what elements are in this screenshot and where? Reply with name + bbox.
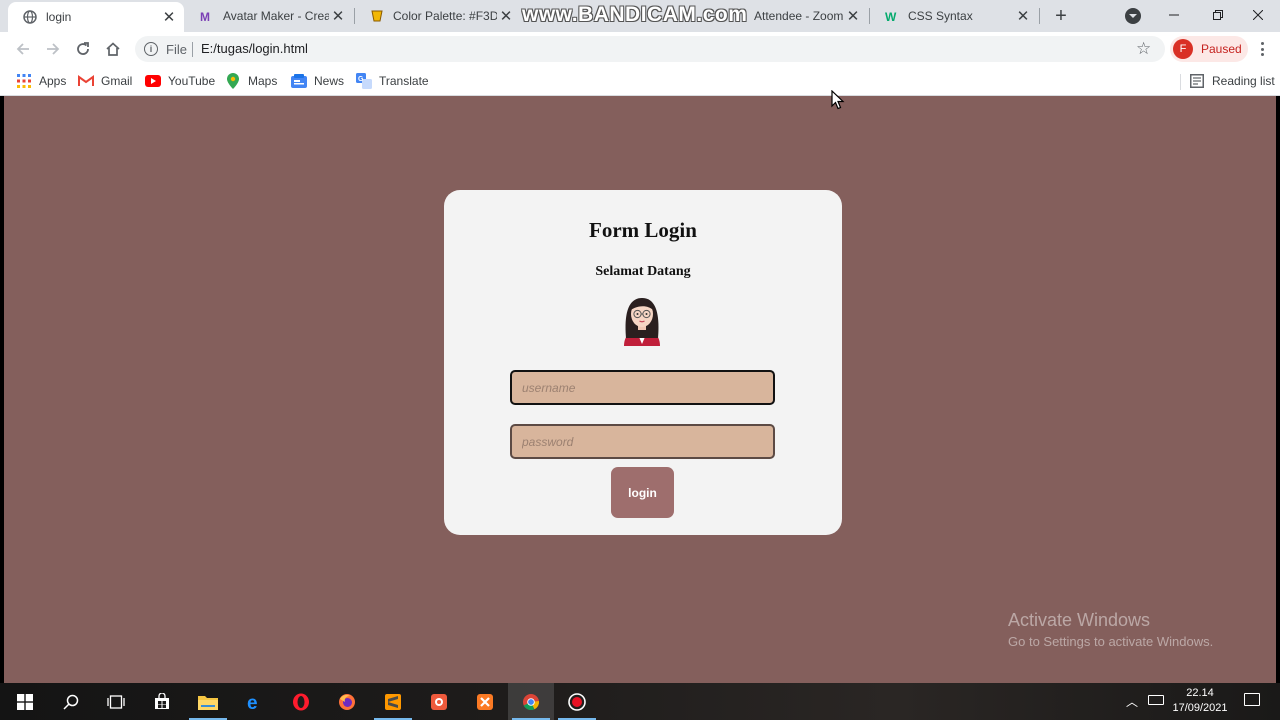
avatar-maker-icon: M	[199, 8, 215, 24]
tab-title: Color Palette: #F3D5C	[393, 9, 497, 23]
bandicam-icon[interactable]	[554, 683, 600, 720]
search-icon[interactable]	[48, 683, 94, 720]
bookmarks-separator	[1180, 74, 1181, 90]
profile-avatar: F	[1173, 39, 1193, 59]
notification-icon[interactable]	[1244, 693, 1260, 706]
reading-list-icon	[1189, 73, 1205, 89]
reading-list-button[interactable]: Reading list	[1189, 71, 1275, 91]
tab-search-icon[interactable]	[1125, 8, 1141, 24]
close-tab-icon[interactable]: ✕	[329, 7, 347, 25]
tab-color-palette[interactable]: Color Palette: #F3D5C ✕	[355, 0, 521, 32]
taskbar-clock[interactable]: 22.14 17/09/2021	[1168, 686, 1232, 716]
back-icon[interactable]	[12, 38, 34, 60]
reading-list-label: Reading list	[1212, 74, 1275, 88]
close-window-button[interactable]	[1236, 0, 1280, 30]
file-explorer-icon[interactable]	[185, 683, 231, 720]
page-content: Form Login Selamat Datang login Activate…	[4, 96, 1276, 683]
browser-toolbar: i File E:/tugas/login.html ☆ F Paused	[0, 32, 1280, 66]
apps-grid-icon	[16, 73, 32, 89]
bookmark-apps[interactable]: Apps	[16, 71, 66, 91]
watermark-title: Activate Windows	[1008, 610, 1151, 630]
profile-status: Paused	[1201, 42, 1242, 56]
tab-css-syntax[interactable]: W CSS Syntax ✕	[870, 0, 1038, 32]
username-input[interactable]	[510, 370, 775, 405]
login-card: Form Login Selamat Datang login	[444, 190, 842, 535]
maps-icon	[225, 73, 241, 89]
tab-title: login	[46, 10, 72, 24]
bookmark-label: Apps	[39, 74, 67, 88]
bookmarks-bar: Apps Gmail YouTube Maps News G Translate	[0, 66, 1280, 96]
tab-strip: login ✕ M Avatar Maker - Create ✕ Color …	[0, 0, 1280, 32]
clock-time: 22.14	[1186, 687, 1214, 699]
tray-chevron-icon[interactable]: ︿	[1126, 693, 1138, 710]
form-subtitle: Selamat Datang	[595, 264, 691, 279]
close-tab-icon[interactable]: ✕	[497, 7, 515, 25]
windows-taskbar: e ︿ 22.14 17/09/2021	[0, 683, 1280, 720]
password-input[interactable]	[510, 424, 775, 459]
avatar-image	[624, 298, 660, 346]
bookmark-label: Translate	[379, 74, 429, 88]
address-separator	[192, 42, 193, 57]
start-icon[interactable]	[2, 683, 48, 720]
form-title: Form Login	[589, 218, 697, 242]
color-palette-icon	[369, 8, 385, 24]
scheme-label: File	[166, 42, 187, 57]
clock-date: 17/09/2021	[1172, 702, 1228, 714]
news-icon	[291, 73, 307, 89]
reload-icon[interactable]	[72, 38, 94, 60]
url-text[interactable]: E:/tugas/login.html	[201, 41, 308, 56]
tab-title: CSS Syntax	[908, 9, 973, 23]
new-tab-icon[interactable]: +	[1050, 5, 1072, 27]
app-icon[interactable]	[416, 683, 462, 720]
close-tab-icon[interactable]: ✕	[1014, 7, 1032, 25]
opera-icon[interactable]	[278, 683, 324, 720]
restore-button[interactable]	[1196, 0, 1240, 30]
svg-text:M: M	[200, 10, 210, 23]
tab-avatar-maker[interactable]: M Avatar Maker - Create ✕	[185, 0, 353, 32]
bookmark-gmail[interactable]: Gmail	[78, 71, 132, 91]
info-icon[interactable]: i	[144, 42, 158, 56]
chrome-icon[interactable]	[508, 683, 554, 720]
bookmark-label: News	[314, 74, 345, 88]
bookmark-label: YouTube	[168, 74, 216, 88]
activate-windows-watermark: Activate Windows Go to Settings to activ…	[1008, 610, 1213, 649]
profile-button[interactable]: F Paused	[1170, 36, 1248, 62]
edge-icon[interactable]: e	[232, 683, 278, 720]
tab-login[interactable]: login ✕	[8, 2, 184, 32]
translate-icon: G	[356, 73, 372, 89]
watermark-subtitle: Go to Settings to activate Windows.	[1008, 634, 1214, 649]
svg-text:G: G	[358, 76, 364, 83]
close-tab-icon[interactable]: ✕	[160, 8, 178, 26]
youtube-icon	[145, 73, 161, 89]
w3schools-icon: W	[884, 8, 900, 24]
bookmark-translate[interactable]: G Translate	[356, 71, 429, 91]
bookmark-star-icon[interactable]: ☆	[1136, 39, 1151, 59]
gmail-icon	[78, 73, 94, 89]
minimize-button[interactable]	[1152, 0, 1196, 30]
sublime-icon[interactable]	[370, 683, 416, 720]
store-icon[interactable]	[139, 683, 185, 720]
firefox-icon[interactable]	[324, 683, 370, 720]
battery-icon[interactable]	[1148, 695, 1164, 705]
svg-text:W: W	[885, 10, 897, 23]
tab-separator	[1039, 8, 1040, 24]
tab-title: Avatar Maker - Create	[223, 9, 329, 23]
xampp-icon[interactable]	[462, 683, 508, 720]
svg-text:e: e	[247, 693, 258, 711]
home-icon[interactable]	[102, 38, 124, 60]
forward-icon[interactable]	[42, 38, 64, 60]
close-tab-icon[interactable]: ✕	[844, 7, 862, 25]
bookmark-label: Maps	[248, 74, 278, 88]
bookmark-youtube[interactable]: YouTube	[145, 71, 215, 91]
address-bar[interactable]: i File E:/tugas/login.html ☆	[135, 36, 1165, 62]
mouse-cursor-icon	[831, 90, 845, 110]
recording-watermark: www.BANDICAM.com	[522, 3, 748, 26]
task-view-icon[interactable]	[93, 683, 139, 720]
bookmark-maps[interactable]: Maps	[225, 71, 277, 91]
menu-icon[interactable]	[1254, 39, 1270, 59]
bookmark-label: Gmail	[101, 74, 133, 88]
globe-icon	[22, 9, 38, 25]
bookmark-news[interactable]: News	[291, 71, 344, 91]
login-button[interactable]: login	[611, 467, 674, 518]
